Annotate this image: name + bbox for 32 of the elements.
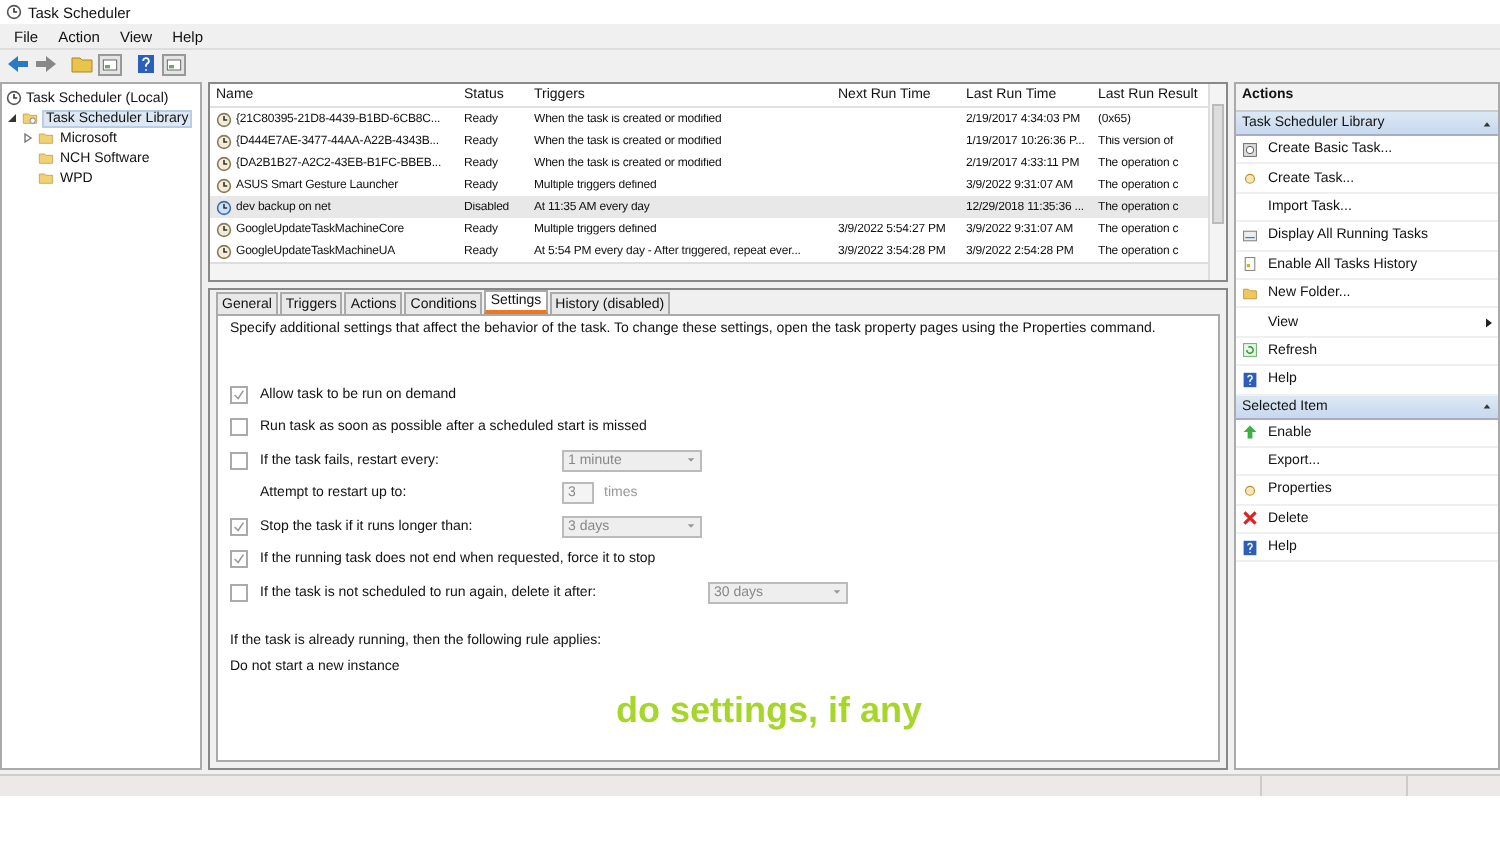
panel-icon[interactable] [98,53,122,75]
horizontal-scrollbar[interactable] [210,262,1208,280]
checkbox[interactable] [230,583,248,602]
document-icon [1242,256,1258,273]
help-icon [1242,371,1258,388]
annotation-text: do settings, if any [616,689,925,731]
collapse-arrow-icon[interactable] [1482,402,1492,411]
chevron-down-icon [686,522,696,531]
collapse-arrow-icon[interactable] [1482,119,1492,127]
chevron-down-icon [686,456,696,465]
folder-icon [22,110,38,126]
checkbox[interactable] [230,418,248,437]
back-icon[interactable] [6,54,30,74]
checkbox[interactable] [230,451,248,470]
vertical-scrollbar[interactable] [1208,84,1226,280]
checkbox[interactable] [230,517,248,536]
up-arrow-icon [1242,424,1258,441]
wizard-icon [1242,141,1258,158]
checkbox[interactable] [230,550,248,569]
help-icon[interactable] [134,54,158,74]
folder-icon [1242,285,1258,302]
refresh-icon [1242,342,1258,359]
expand-arrow-icon[interactable] [22,132,34,144]
list-icon [1242,227,1258,244]
collapse-arrow-icon[interactable] [6,112,18,124]
folder-icon[interactable] [70,54,94,74]
forward-icon[interactable] [34,54,58,74]
panel-icon[interactable] [162,53,186,75]
help-icon [1242,539,1258,556]
chevron-down-icon [832,588,842,597]
checkbox[interactable] [230,385,248,404]
delete-icon [1242,510,1258,527]
